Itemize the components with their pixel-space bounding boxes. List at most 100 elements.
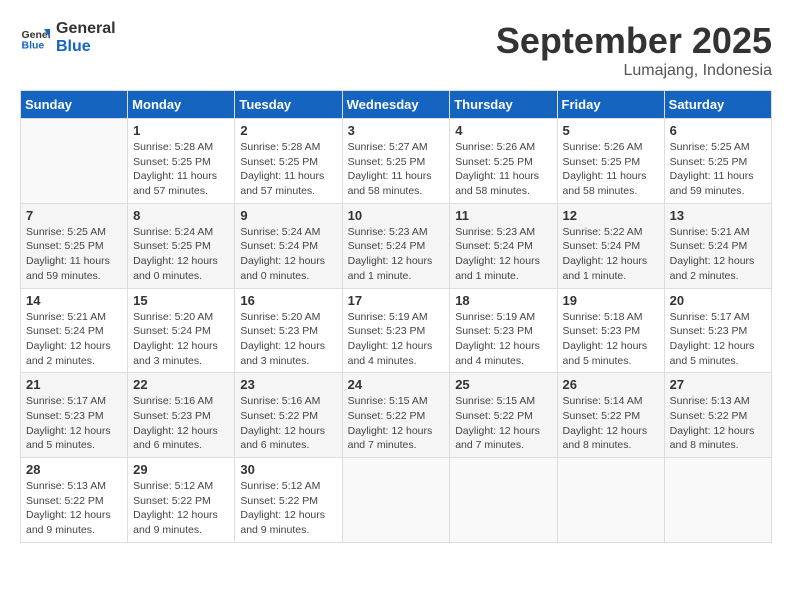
- calendar-cell: [21, 119, 128, 204]
- calendar-cell: 17 Sunrise: 5:19 AMSunset: 5:23 PMDayligh…: [342, 288, 450, 373]
- logo-blue: Blue: [56, 38, 116, 56]
- day-info: Sunrise: 5:17 AMSunset: 5:23 PMDaylight:…: [670, 310, 766, 369]
- day-number: 18: [455, 293, 551, 308]
- calendar-table: SundayMondayTuesdayWednesdayThursdayFrid…: [20, 90, 772, 543]
- calendar-week-4: 21Sunrise: 5:17 AMSunset: 5:23 PMDayligh…: [21, 373, 772, 458]
- day-info: Sunrise: 5:21 AMSunset: 5:24 PMDaylight:…: [670, 225, 766, 284]
- calendar-cell: 29 Sunrise: 5:12 AMSunset: 5:22 PMDayligh…: [128, 458, 235, 543]
- calendar-cell: 20 Sunrise: 5:17 AMSunset: 5:23 PMDayligh…: [664, 288, 771, 373]
- calendar-cell: 18 Sunrise: 5:19 AMSunset: 5:23 PMDayligh…: [450, 288, 557, 373]
- day-number: 27: [670, 377, 766, 392]
- day-info: Sunrise: 5:25 AMSunset: 5:25 PMDaylight:…: [26, 225, 122, 284]
- day-info: Sunrise: 5:27 AMSunset: 5:25 PMDaylight:…: [348, 140, 445, 199]
- calendar-cell: 22 Sunrise: 5:16 AMSunset: 5:23 PMDayligh…: [128, 373, 235, 458]
- day-info: Sunrise: 5:19 AMSunset: 5:23 PMDaylight:…: [348, 310, 445, 369]
- calendar-cell: 27 Sunrise: 5:13 AMSunset: 5:22 PMDayligh…: [664, 373, 771, 458]
- calendar-cell: 7 Sunrise: 5:25 AMSunset: 5:25 PMDaylight…: [21, 203, 128, 288]
- calendar-cell: 4Sunrise: 5:26 AMSunset: 5:25 PMDaylight…: [450, 119, 557, 204]
- day-number: 5: [563, 123, 659, 138]
- day-info: Sunrise: 5:20 AMSunset: 5:24 PMDaylight:…: [133, 310, 229, 369]
- calendar-cell: 2 Sunrise: 5:28 AMSunset: 5:25 PMDaylight…: [235, 119, 342, 204]
- day-info: Sunrise: 5:24 AMSunset: 5:24 PMDaylight:…: [240, 225, 336, 284]
- calendar-cell: 25Sunrise: 5:15 AMSunset: 5:22 PMDayligh…: [450, 373, 557, 458]
- calendar-cell: 8Sunrise: 5:24 AMSunset: 5:25 PMDaylight…: [128, 203, 235, 288]
- day-number: 14: [26, 293, 122, 308]
- title-block: September 2025 Lumajang, Indonesia: [496, 20, 772, 80]
- calendar-cell: 19 Sunrise: 5:18 AMSunset: 5:23 PMDayligh…: [557, 288, 664, 373]
- day-number: 9: [240, 208, 336, 223]
- calendar-cell: 11 Sunrise: 5:23 AMSunset: 5:24 PMDayligh…: [450, 203, 557, 288]
- day-info: Sunrise: 5:21 AMSunset: 5:24 PMDaylight:…: [26, 310, 122, 369]
- calendar-cell: 12 Sunrise: 5:22 AMSunset: 5:24 PMDayligh…: [557, 203, 664, 288]
- day-number: 22: [133, 377, 229, 392]
- day-number: 11: [455, 208, 551, 223]
- calendar-cell: [557, 458, 664, 543]
- day-info: Sunrise: 5:14 AMSunset: 5:22 PMDaylight:…: [563, 394, 659, 453]
- calendar-cell: [664, 458, 771, 543]
- day-info: Sunrise: 5:28 AMSunset: 5:25 PMDaylight:…: [240, 140, 336, 199]
- calendar-cell: 30Sunrise: 5:12 AMSunset: 5:22 PMDayligh…: [235, 458, 342, 543]
- day-number: 19: [563, 293, 659, 308]
- month-title: September 2025: [496, 20, 772, 62]
- day-info: Sunrise: 5:20 AMSunset: 5:23 PMDaylight:…: [240, 310, 336, 369]
- calendar-cell: 1 Sunrise: 5:28 AMSunset: 5:25 PMDaylight…: [128, 119, 235, 204]
- calendar-cell: 9 Sunrise: 5:24 AMSunset: 5:24 PMDaylight…: [235, 203, 342, 288]
- calendar-cell: 23 Sunrise: 5:16 AMSunset: 5:22 PMDayligh…: [235, 373, 342, 458]
- day-number: 28: [26, 462, 122, 477]
- calendar-cell: 3 Sunrise: 5:27 AMSunset: 5:25 PMDaylight…: [342, 119, 450, 204]
- day-number: 20: [670, 293, 766, 308]
- day-info: Sunrise: 5:28 AMSunset: 5:25 PMDaylight:…: [133, 140, 229, 199]
- calendar-cell: 28 Sunrise: 5:13 AMSunset: 5:22 PMDayligh…: [21, 458, 128, 543]
- calendar-week-5: 28 Sunrise: 5:13 AMSunset: 5:22 PMDayligh…: [21, 458, 772, 543]
- day-number: 2: [240, 123, 336, 138]
- column-header-tuesday: Tuesday: [235, 91, 342, 119]
- day-number: 3: [348, 123, 445, 138]
- day-info: Sunrise: 5:13 AMSunset: 5:22 PMDaylight:…: [670, 394, 766, 453]
- day-number: 12: [563, 208, 659, 223]
- day-number: 29: [133, 462, 229, 477]
- day-info: Sunrise: 5:13 AMSunset: 5:22 PMDaylight:…: [26, 479, 122, 538]
- day-info: Sunrise: 5:26 AMSunset: 5:25 PMDaylight:…: [455, 140, 551, 199]
- day-info: Sunrise: 5:17 AMSunset: 5:23 PMDaylight:…: [26, 394, 122, 453]
- day-number: 17: [348, 293, 445, 308]
- day-number: 23: [240, 377, 336, 392]
- calendar-cell: 26 Sunrise: 5:14 AMSunset: 5:22 PMDayligh…: [557, 373, 664, 458]
- day-number: 7: [26, 208, 122, 223]
- calendar-cell: 6 Sunrise: 5:25 AMSunset: 5:25 PMDaylight…: [664, 119, 771, 204]
- day-number: 26: [563, 377, 659, 392]
- calendar-week-1: 1 Sunrise: 5:28 AMSunset: 5:25 PMDaylight…: [21, 119, 772, 204]
- calendar-cell: [450, 458, 557, 543]
- day-info: Sunrise: 5:25 AMSunset: 5:25 PMDaylight:…: [670, 140, 766, 199]
- day-info: Sunrise: 5:22 AMSunset: 5:24 PMDaylight:…: [563, 225, 659, 284]
- calendar-cell: 5 Sunrise: 5:26 AMSunset: 5:25 PMDaylight…: [557, 119, 664, 204]
- page-header: General Blue General Blue September 2025…: [20, 20, 772, 80]
- column-header-wednesday: Wednesday: [342, 91, 450, 119]
- column-header-thursday: Thursday: [450, 91, 557, 119]
- column-header-sunday: Sunday: [21, 91, 128, 119]
- column-header-saturday: Saturday: [664, 91, 771, 119]
- day-info: Sunrise: 5:18 AMSunset: 5:23 PMDaylight:…: [563, 310, 659, 369]
- day-number: 15: [133, 293, 229, 308]
- day-info: Sunrise: 5:15 AMSunset: 5:22 PMDaylight:…: [348, 394, 445, 453]
- day-number: 1: [133, 123, 229, 138]
- day-number: 13: [670, 208, 766, 223]
- day-info: Sunrise: 5:12 AMSunset: 5:22 PMDaylight:…: [133, 479, 229, 538]
- svg-text:Blue: Blue: [22, 39, 45, 51]
- day-info: Sunrise: 5:26 AMSunset: 5:25 PMDaylight:…: [563, 140, 659, 199]
- day-info: Sunrise: 5:16 AMSunset: 5:22 PMDaylight:…: [240, 394, 336, 453]
- calendar-cell: 21Sunrise: 5:17 AMSunset: 5:23 PMDayligh…: [21, 373, 128, 458]
- day-info: Sunrise: 5:16 AMSunset: 5:23 PMDaylight:…: [133, 394, 229, 453]
- day-number: 30: [240, 462, 336, 477]
- calendar-cell: 10Sunrise: 5:23 AMSunset: 5:24 PMDayligh…: [342, 203, 450, 288]
- day-info: Sunrise: 5:23 AMSunset: 5:24 PMDaylight:…: [455, 225, 551, 284]
- day-info: Sunrise: 5:19 AMSunset: 5:23 PMDaylight:…: [455, 310, 551, 369]
- logo-icon: General Blue: [20, 23, 50, 53]
- day-number: 10: [348, 208, 445, 223]
- calendar-cell: 14 Sunrise: 5:21 AMSunset: 5:24 PMDayligh…: [21, 288, 128, 373]
- calendar-cell: 15 Sunrise: 5:20 AMSunset: 5:24 PMDayligh…: [128, 288, 235, 373]
- column-header-friday: Friday: [557, 91, 664, 119]
- calendar-week-2: 7 Sunrise: 5:25 AMSunset: 5:25 PMDaylight…: [21, 203, 772, 288]
- day-number: 6: [670, 123, 766, 138]
- day-info: Sunrise: 5:15 AMSunset: 5:22 PMDaylight:…: [455, 394, 551, 453]
- day-number: 16: [240, 293, 336, 308]
